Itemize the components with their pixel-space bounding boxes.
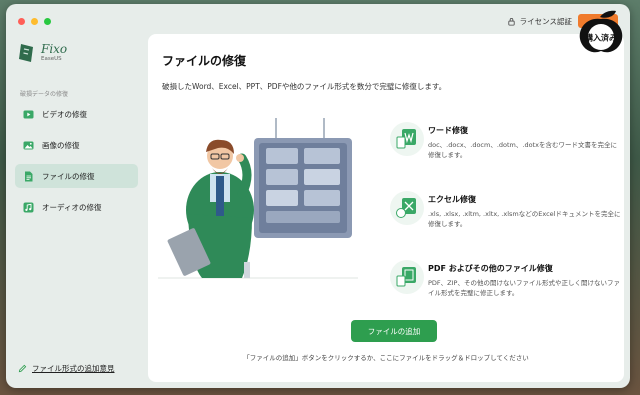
license-label: ライセンス認証 xyxy=(519,16,572,26)
feature-description: .xls, .xlsx, .xltm, .xltx, .xlsmなどのExcel… xyxy=(428,210,621,229)
file-format-feedback-link[interactable]: ファイル形式の追加意見 xyxy=(18,363,115,374)
sidebar-item-image[interactable]: 画像の修復 xyxy=(15,133,138,157)
file-repair-illustration xyxy=(158,118,358,279)
video-icon xyxy=(23,110,34,118)
close-window-button[interactable] xyxy=(18,18,25,25)
feature-title: エクセル修復 xyxy=(428,195,476,204)
feature-title: PDF およびその他のファイル修復 xyxy=(428,264,553,273)
minimize-window-button[interactable] xyxy=(31,18,38,25)
page-description: 破損したWord、Excel、PPT、PDFや他のファイル形式を数分で完璧に修復… xyxy=(162,82,447,91)
word-icon xyxy=(390,122,424,156)
sidebar-item-label: オーディオの修復 xyxy=(42,202,102,212)
sidebar-item-file[interactable]: ファイルの修復 xyxy=(15,164,138,188)
feature-title: ワード修復 xyxy=(428,126,468,135)
lock-icon xyxy=(508,17,515,26)
fixo-logo-icon xyxy=(19,44,33,62)
feature-description: doc、.docx、.docm、.dotm、.dotxを含むワード文書を完全に修… xyxy=(428,141,617,160)
badge-text: 購入済み xyxy=(584,33,617,43)
zoom-window-button[interactable] xyxy=(44,18,51,25)
edit-icon xyxy=(18,364,27,373)
page-title: ファイルの修復 xyxy=(162,54,247,68)
sidebar-item-label: ビデオの修復 xyxy=(42,109,87,119)
add-file-button[interactable]: ファイルの追加 xyxy=(351,320,437,342)
app-logo: Fixo EaseUS xyxy=(18,42,67,64)
sidebar-section-label: 破損データの修復 xyxy=(20,91,69,98)
pdf-icon xyxy=(390,260,424,294)
app-window: ライセンス認証 Fixo EaseUS 破損データの修復 ビデオの修復 画像の修… xyxy=(6,4,630,388)
purchased-badge: 購入済み xyxy=(579,10,623,53)
logo-name: Fixo xyxy=(41,42,68,57)
audio-icon xyxy=(23,202,34,212)
feature-description: PDF、ZIP、その他の開けないファイル形式や正しく開けないファイル形式を完璧に… xyxy=(428,279,620,298)
window-controls xyxy=(18,18,51,25)
sidebar-item-label: 画像の修復 xyxy=(42,140,80,150)
license-button[interactable]: ライセンス認証 xyxy=(507,16,572,27)
sidebar-item-label: ファイルの修復 xyxy=(42,171,95,181)
sidebar-item-video[interactable]: ビデオの修復 xyxy=(15,102,138,126)
drop-hint: 「ファイルの追加」ボタンをクリックするか、ここにファイルをドラッグ＆ドロップして… xyxy=(243,354,529,362)
sidebar: Fixo EaseUS 破損データの修復 ビデオの修復 画像の修復 ファイルの修… xyxy=(6,34,146,388)
feedback-link-label: ファイル形式の追加意見 xyxy=(32,364,115,373)
logo-subtitle: EaseUS xyxy=(41,56,62,63)
excel-icon xyxy=(390,191,424,225)
file-icon xyxy=(25,171,33,181)
sidebar-item-audio[interactable]: オーディオの修復 xyxy=(15,195,138,219)
image-icon xyxy=(23,141,34,149)
main-panel: ファイルの修復 破損したWord、Excel、PPT、PDFや他のファイル形式を… xyxy=(148,34,624,382)
